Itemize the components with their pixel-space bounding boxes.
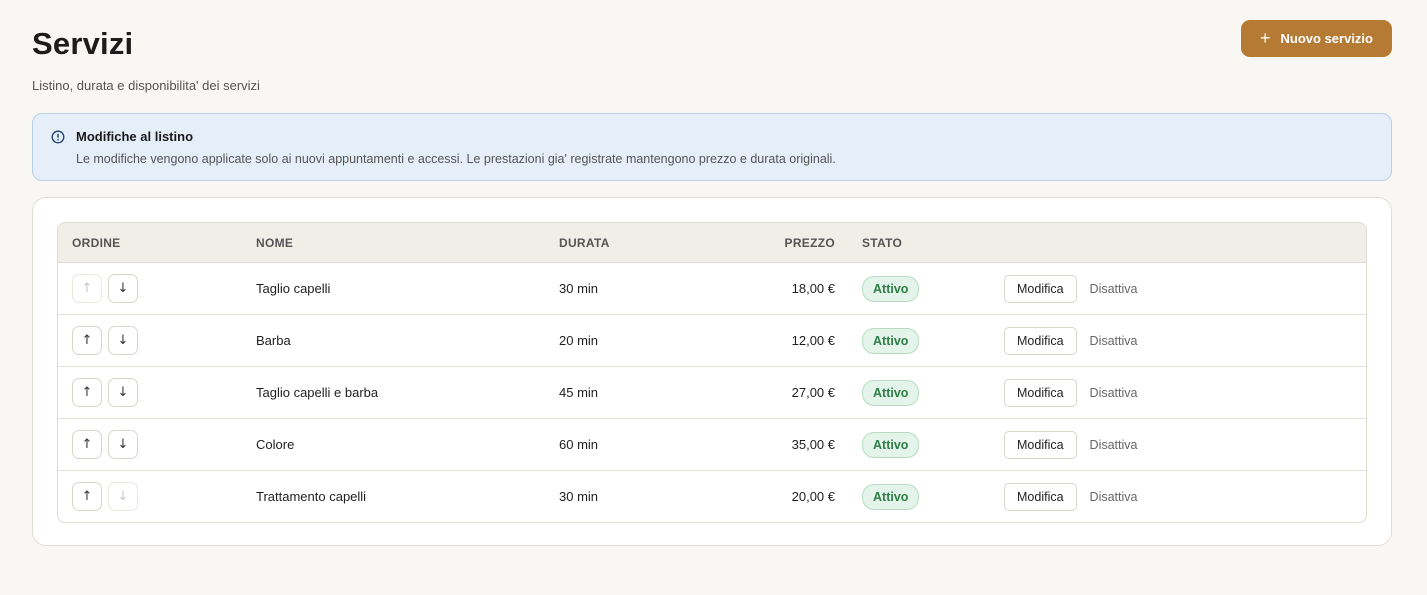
new-service-label: Nuovo servizio <box>1280 31 1373 46</box>
order-controls: ↑ ↓ <box>58 378 256 407</box>
deactivate-link[interactable]: Disattiva <box>1090 438 1138 452</box>
status-badge: Attivo <box>862 327 920 354</box>
status-badge: Attivo <box>862 379 920 406</box>
status-cell: Attivo <box>835 327 1004 354</box>
service-duration: 30 min <box>559 489 599 504</box>
status-cell: Attivo <box>835 431 1004 458</box>
row-actions: Modifica Disattiva <box>1004 378 1138 407</box>
status-cell: Attivo <box>835 483 1004 510</box>
table-header: ORDINE NOME DURATA PREZZO STATO <box>58 223 1366 263</box>
page-title: Servizi <box>32 26 134 61</box>
order-controls: ↑ ↓ <box>58 326 256 355</box>
edit-button[interactable]: Modifica <box>1004 430 1077 459</box>
order-controls: ↑ ↓ <box>58 274 256 303</box>
row-actions: Modifica Disattiva <box>1004 482 1138 511</box>
service-price: 12,00 € <box>791 333 835 348</box>
status-badge: Attivo <box>862 275 920 302</box>
move-down-button[interactable]: ↓ <box>108 274 138 303</box>
move-down-button[interactable]: ↓ <box>108 430 138 459</box>
table-row: ↑ ↓ Taglio capelli 30 min 18,00 € Attivo… <box>58 263 1366 315</box>
info-icon <box>51 130 65 144</box>
arrow-down-icon: ↓ <box>117 385 129 400</box>
table-row: ↑ ↓ Barba 20 min 12,00 € Attivo Modifica… <box>58 315 1366 367</box>
page-subtitle: Listino, durata e disponibilita' dei ser… <box>32 78 260 93</box>
table-row: ↑ ↓ Colore 60 min 35,00 € Attivo Modific… <box>58 419 1366 471</box>
service-name: Trattamento capelli <box>256 489 367 504</box>
arrow-up-icon: ↑ <box>81 385 93 400</box>
service-duration: 60 min <box>559 437 599 452</box>
status-cell: Attivo <box>835 379 1004 406</box>
arrow-up-icon: ↑ <box>81 333 93 348</box>
service-name: Barba <box>256 333 291 348</box>
move-up-button[interactable]: ↑ <box>72 482 102 511</box>
service-duration: 30 min <box>559 281 599 296</box>
arrow-down-icon: ↓ <box>117 489 129 504</box>
service-price: 20,00 € <box>791 489 835 504</box>
arrow-down-icon: ↓ <box>117 333 129 348</box>
move-down-button[interactable]: ↓ <box>108 482 138 511</box>
service-name: Colore <box>256 437 295 452</box>
edit-button[interactable]: Modifica <box>1004 326 1077 355</box>
col-stato: STATO <box>862 235 903 250</box>
service-name: Taglio capelli e barba <box>256 385 379 400</box>
service-duration: 20 min <box>559 333 599 348</box>
table-body: ↑ ↓ Taglio capelli 30 min 18,00 € Attivo… <box>58 263 1366 522</box>
deactivate-link[interactable]: Disattiva <box>1090 334 1138 348</box>
services-card: ORDINE NOME DURATA PREZZO STATO ↑ ↓ Tagl… <box>32 197 1392 546</box>
order-controls: ↑ ↓ <box>58 430 256 459</box>
col-durata: DURATA <box>559 235 610 250</box>
deactivate-link[interactable]: Disattiva <box>1090 386 1138 400</box>
service-price: 18,00 € <box>791 281 835 296</box>
info-notice: Modifiche al listino Le modifiche vengon… <box>32 113 1392 181</box>
col-prezzo: PREZZO <box>784 235 835 250</box>
notice-title: Modifiche al listino <box>76 129 194 144</box>
status-cell: Attivo <box>835 275 1004 302</box>
move-down-button[interactable]: ↓ <box>108 378 138 407</box>
table-row: ↑ ↓ Trattamento capelli 30 min 20,00 € A… <box>58 471 1366 522</box>
move-up-button[interactable]: ↑ <box>72 274 102 303</box>
edit-button[interactable]: Modifica <box>1004 482 1077 511</box>
service-price: 27,00 € <box>791 385 835 400</box>
arrow-up-icon: ↑ <box>81 437 93 452</box>
page-header: Servizi Listino, durata e disponibilita'… <box>32 20 1392 94</box>
edit-button[interactable]: Modifica <box>1004 378 1077 407</box>
move-up-button[interactable]: ↑ <box>72 326 102 355</box>
col-ordine: ORDINE <box>72 235 121 250</box>
arrow-up-icon: ↑ <box>81 281 93 296</box>
edit-button[interactable]: Modifica <box>1004 274 1077 303</box>
deactivate-link[interactable]: Disattiva <box>1090 282 1138 296</box>
notice-text: Le modifiche vengono applicate solo ai n… <box>76 152 836 166</box>
service-duration: 45 min <box>559 385 599 400</box>
row-actions: Modifica Disattiva <box>1004 274 1138 303</box>
service-name: Taglio capelli <box>256 281 331 296</box>
deactivate-link[interactable]: Disattiva <box>1090 490 1138 504</box>
row-actions: Modifica Disattiva <box>1004 430 1138 459</box>
move-up-button[interactable]: ↑ <box>72 430 102 459</box>
order-controls: ↑ ↓ <box>58 482 256 511</box>
arrow-down-icon: ↓ <box>117 281 129 296</box>
arrow-up-icon: ↑ <box>81 489 93 504</box>
table-row: ↑ ↓ Taglio capelli e barba 45 min 27,00 … <box>58 367 1366 419</box>
new-service-button[interactable]: + Nuovo servizio <box>1241 20 1392 57</box>
arrow-down-icon: ↓ <box>117 437 129 452</box>
col-nome: NOME <box>256 235 294 250</box>
move-up-button[interactable]: ↑ <box>72 378 102 407</box>
move-down-button[interactable]: ↓ <box>108 326 138 355</box>
status-badge: Attivo <box>862 431 920 458</box>
status-badge: Attivo <box>862 483 920 510</box>
services-table: ORDINE NOME DURATA PREZZO STATO ↑ ↓ Tagl… <box>57 222 1367 523</box>
plus-icon: + <box>1260 27 1271 48</box>
service-price: 35,00 € <box>791 437 835 452</box>
row-actions: Modifica Disattiva <box>1004 326 1138 355</box>
